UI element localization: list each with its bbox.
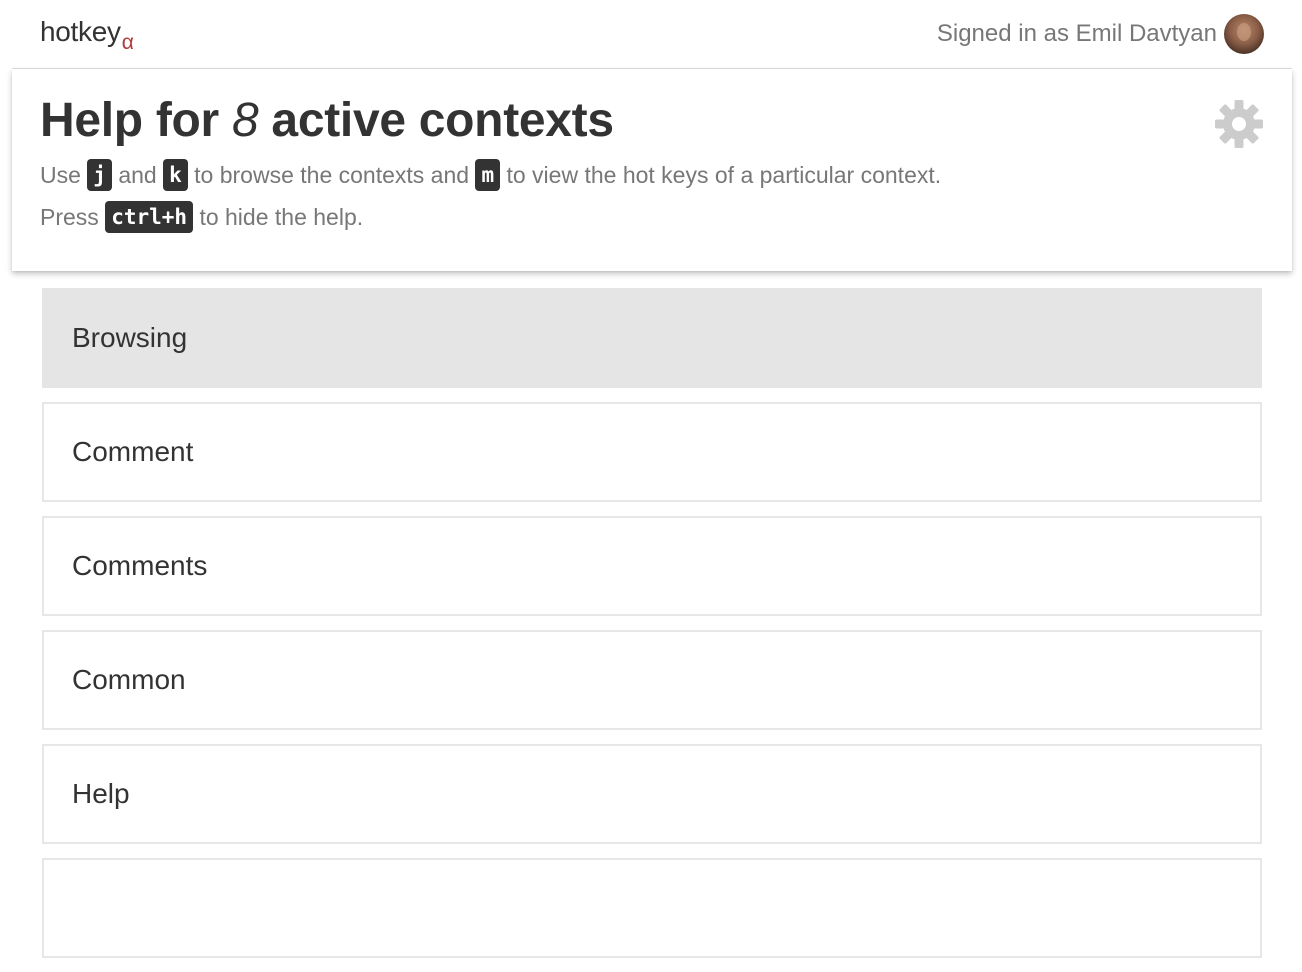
help-text: Press bbox=[40, 204, 99, 230]
key-view: m bbox=[475, 158, 501, 191]
title-prefix: Help for bbox=[40, 94, 232, 147]
context-item-comments[interactable]: Comments bbox=[42, 516, 1262, 616]
brand-name: hotkey bbox=[40, 16, 121, 47]
context-item[interactable] bbox=[42, 858, 1262, 958]
context-list: Browsing Comment Comments Common Help bbox=[42, 288, 1262, 972]
brand-logo[interactable]: hotkeyα bbox=[40, 16, 134, 54]
top-navbar: hotkeyα Signed in as Emil Davtyan bbox=[0, 0, 1302, 69]
help-text: to browse the contexts and bbox=[194, 162, 470, 188]
key-next: j bbox=[87, 158, 112, 191]
gear-icon[interactable] bbox=[1214, 99, 1264, 149]
context-count: 8 bbox=[231, 94, 259, 147]
key-prev: k bbox=[163, 158, 188, 191]
title-suffix: active contexts bbox=[258, 94, 614, 147]
context-item-comment[interactable]: Comment bbox=[42, 402, 1262, 502]
page-title: Help for 8 active contexts bbox=[40, 97, 614, 145]
brand-suffix: α bbox=[121, 31, 134, 54]
help-instructions: Use j and k to browse the contexts and m… bbox=[40, 158, 942, 193]
help-text: and bbox=[118, 162, 157, 188]
avatar[interactable] bbox=[1224, 14, 1264, 54]
help-panel: Help for 8 active contexts Use j and k t… bbox=[12, 69, 1292, 271]
key-hide: ctrl+h bbox=[105, 200, 194, 233]
context-item-help[interactable]: Help bbox=[42, 744, 1262, 844]
help-text: to hide the help. bbox=[199, 204, 364, 230]
context-item-browsing[interactable]: Browsing bbox=[42, 288, 1262, 388]
help-hide-instruction: Press ctrl+h to hide the help. bbox=[40, 200, 364, 235]
context-item-common[interactable]: Common bbox=[42, 630, 1262, 730]
signed-in-label: Signed in as Emil Davtyan bbox=[936, 20, 1217, 47]
help-text: Use bbox=[40, 162, 81, 188]
user-menu[interactable]: Signed in as Emil Davtyan bbox=[937, 14, 1264, 54]
help-text: to view the hot keys of a particular con… bbox=[506, 162, 942, 188]
